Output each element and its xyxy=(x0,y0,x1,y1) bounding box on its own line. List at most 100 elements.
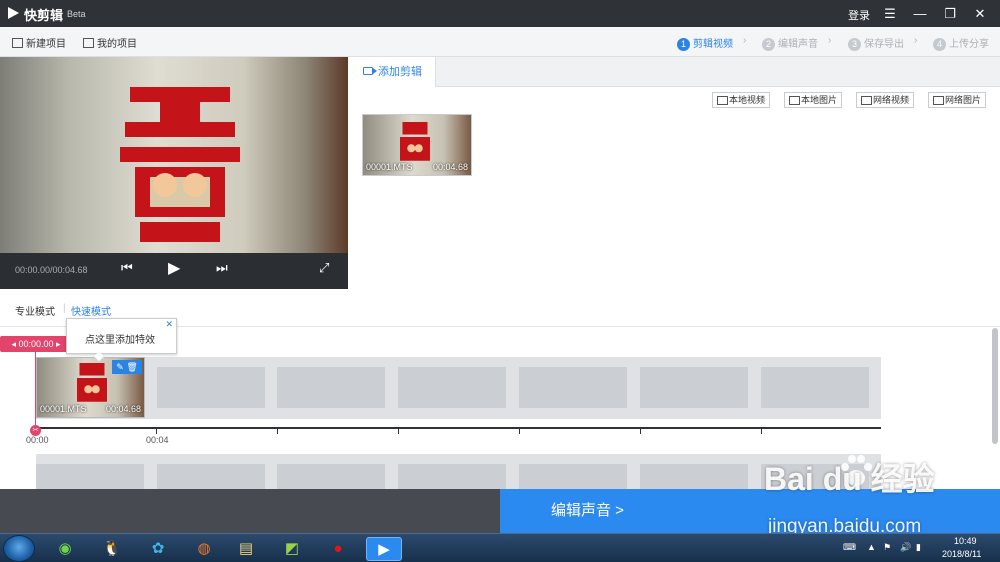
step-number: 1 xyxy=(677,38,690,51)
qq-icon[interactable]: 🐧 xyxy=(94,537,130,561)
firefox-icon[interactable]: ◍ xyxy=(186,537,222,561)
media-duration: 00:04.68 xyxy=(432,162,468,172)
tray-arrow-icon[interactable]: ▲ xyxy=(867,542,876,552)
time-ruler xyxy=(36,427,881,429)
folder-icon xyxy=(83,38,94,48)
double-happiness-ornament xyxy=(120,87,240,242)
media-player-icon[interactable]: ✿ xyxy=(140,537,176,561)
preview-time: 00:00.00/00:04.68 xyxy=(15,265,88,275)
step-label: 剪辑视频 xyxy=(693,39,733,50)
double-happiness-ornament xyxy=(400,122,430,161)
app-green-icon[interactable]: ◩ xyxy=(274,537,310,561)
new-project-label: 新建项目 xyxy=(26,39,66,50)
kuaijianji-taskbar-icon[interactable]: ▶ xyxy=(366,537,402,561)
empty-slot[interactable] xyxy=(157,367,265,408)
app-badge: Beta xyxy=(67,9,86,19)
browser-360-icon[interactable]: ◉ xyxy=(47,537,83,561)
ruler-label: 00:04 xyxy=(146,435,169,445)
app-name: 快剪辑 xyxy=(24,8,64,23)
mode-divider: | xyxy=(63,303,66,314)
camera-icon xyxy=(363,67,377,75)
record-icon[interactable]: ● xyxy=(320,537,356,561)
empty-slot[interactable] xyxy=(640,367,748,408)
preview-frame xyxy=(0,57,348,253)
close-button[interactable]: ✕ xyxy=(969,4,991,23)
ruler-tick xyxy=(519,429,520,434)
fullscreen-icon[interactable]: ⤢ xyxy=(319,260,329,276)
local-image-button[interactable]: 本地图片 xyxy=(784,92,843,108)
step-label: 编辑声音 xyxy=(778,39,818,50)
ruler-tick xyxy=(640,429,641,434)
edit-icon[interactable]: ✎ xyxy=(116,362,124,372)
media-filename: 00001.MTS xyxy=(366,162,413,172)
step-number: 4 xyxy=(933,38,946,51)
step-upload-share[interactable]: 4 上传分享 xyxy=(933,35,989,51)
tab-pro-mode[interactable]: 专业模式 xyxy=(15,303,55,318)
title-bar: 快剪辑 Beta 登录 ☰ — ❐ ✕ xyxy=(0,0,1000,27)
battery-icon[interactable]: ▮ xyxy=(916,542,921,553)
menu-icon[interactable]: ☰ xyxy=(879,4,901,23)
clip-duration: 00:04.68 xyxy=(105,404,141,414)
ruler-tick xyxy=(277,429,278,434)
clock-date[interactable]: 2018/8/11 xyxy=(942,549,981,559)
minimize-button[interactable]: — xyxy=(909,4,931,23)
step-number: 2 xyxy=(762,38,775,51)
windows-taskbar: ◉ 🐧 ✿ ◍ ▤ ◩ ● ▶ ⌨ ▲ ⚑ 🔊 ▮ 10:49 2018/8/1… xyxy=(0,533,1000,562)
playhead-handle[interactable]: ✂ xyxy=(30,425,41,436)
tooltip-text: 点这里添加特效 xyxy=(85,335,155,346)
media-item[interactable]: 00001.MTS 00:04.68 xyxy=(362,114,472,176)
tab-quick-mode[interactable]: 快速模式 xyxy=(71,303,111,318)
file-explorer-icon[interactable]: ▤ xyxy=(228,537,264,561)
new-project-button[interactable]: 新建项目 xyxy=(12,35,66,50)
keyboard-icon[interactable]: ⌨ xyxy=(843,542,856,553)
app-logo-icon xyxy=(8,7,19,19)
playhead-label: 00:00.00 xyxy=(18,339,54,349)
toolbar: 新建项目 我的项目 1 剪辑视频 › 2 编辑声音 › 3 保存导出 › 4 上传分享 xyxy=(0,27,1000,57)
step-edit-audio[interactable]: 2 编辑声音 xyxy=(762,35,818,51)
effects-tooltip: 点这里添加特效 ✕ xyxy=(66,318,177,363)
empty-slot[interactable] xyxy=(761,367,869,408)
local-video-button[interactable]: 本地视频 xyxy=(712,92,771,108)
my-projects-button[interactable]: 我的项目 xyxy=(83,35,137,50)
ruler-tick xyxy=(761,429,762,434)
plus-icon xyxy=(12,38,23,48)
previous-frame-icon[interactable]: ⏮ xyxy=(121,260,133,276)
login-link[interactable]: 登录 xyxy=(848,7,870,23)
web-video-button[interactable]: 网络视频 xyxy=(856,92,915,108)
baidu-watermark: Bai du 经验 jingyan.baidu.com xyxy=(758,442,1000,542)
playhead-line xyxy=(35,352,36,430)
chevron-right-icon: › xyxy=(914,35,918,46)
clip-filename: 00001.MTS xyxy=(40,404,87,414)
next-frame-icon[interactable]: ⏭ xyxy=(216,260,228,276)
chevron-right-icon: › xyxy=(743,35,747,46)
tab-add-clip[interactable]: 添加剪辑 xyxy=(348,57,436,87)
ruler-tick xyxy=(156,429,157,434)
clip-tools: ✎ 🗑 xyxy=(112,360,142,374)
my-projects-label: 我的项目 xyxy=(97,39,137,50)
delete-icon[interactable]: 🗑 xyxy=(126,362,137,372)
volume-icon[interactable]: 🔊 xyxy=(900,542,911,553)
close-icon[interactable]: ✕ xyxy=(165,319,173,330)
ruler-label-start: 00:00 xyxy=(26,435,49,445)
step-number: 3 xyxy=(848,38,861,51)
tab-label: 添加剪辑 xyxy=(378,66,422,78)
play-icon[interactable]: ▶ xyxy=(168,258,180,278)
panel-tabs: 添加剪辑 xyxy=(348,57,1000,87)
web-image-button[interactable]: 网络图片 xyxy=(928,92,987,108)
clock-time[interactable]: 10:49 xyxy=(954,536,977,546)
watermark-text: Bai du 经验 xyxy=(764,461,935,497)
step-label: 保存导出 xyxy=(864,39,904,50)
network-icon[interactable]: ⚑ xyxy=(883,542,891,553)
step-edit-video[interactable]: 1 剪辑视频 xyxy=(677,35,733,51)
app-window: 快剪辑 Beta 登录 ☰ — ❐ ✕ 新建项目 我的项目 1 剪辑视频 › 2编… xyxy=(0,0,1000,562)
timeline-clip[interactable]: ✎ 🗑 00001.MTS 00:04.68 xyxy=(36,357,145,418)
maximize-button[interactable]: ❐ xyxy=(939,4,961,23)
empty-slot[interactable] xyxy=(398,367,506,408)
windows-start-icon[interactable] xyxy=(3,535,35,562)
empty-slot[interactable] xyxy=(277,367,385,408)
step-label: 上传分享 xyxy=(949,39,989,50)
empty-slot[interactable] xyxy=(519,367,627,408)
playhead-time[interactable]: ◂ 00:00.00 ▸ xyxy=(0,336,72,352)
timeline-scrollbar[interactable] xyxy=(992,328,998,444)
step-save-export[interactable]: 3 保存导出 xyxy=(848,35,904,51)
